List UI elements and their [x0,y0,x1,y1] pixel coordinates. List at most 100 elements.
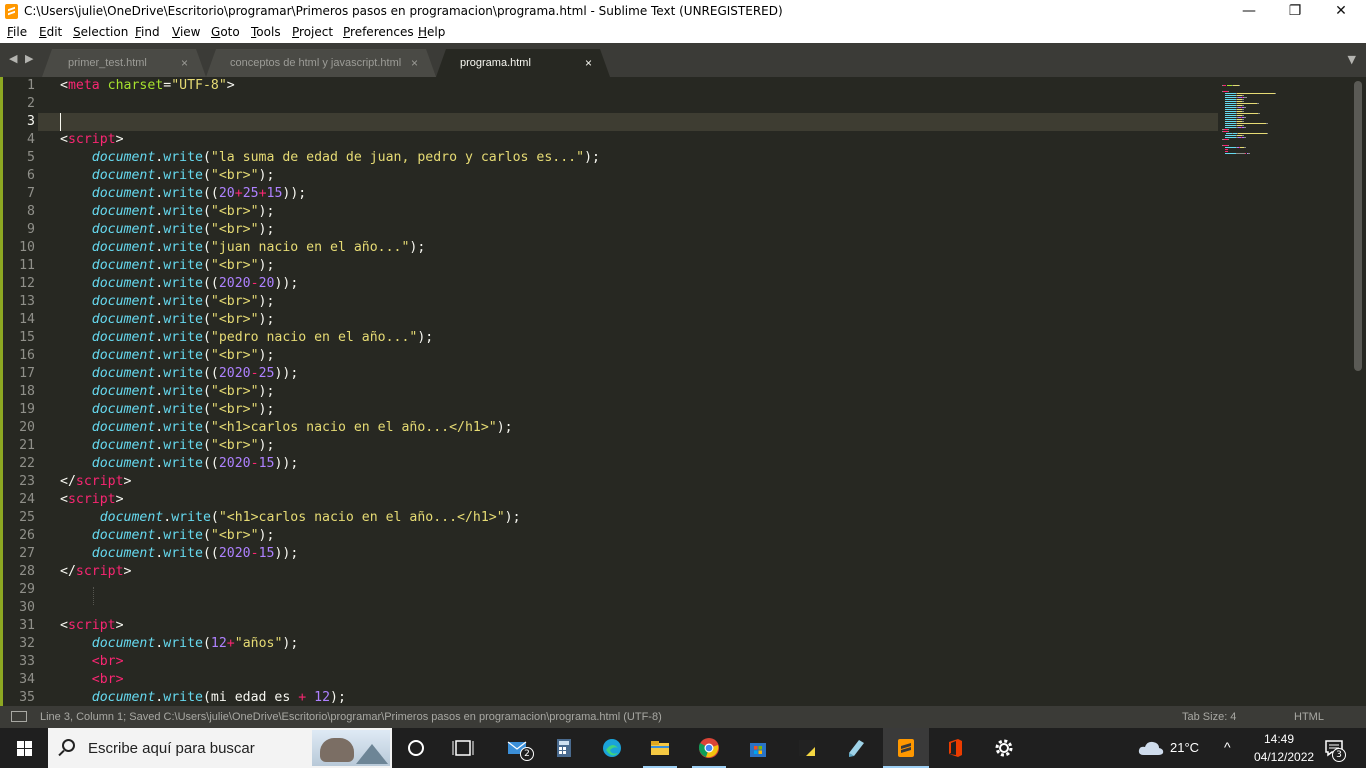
clock-date[interactable]: 04/12/2022 [1254,750,1314,764]
code-token: ( [202,636,211,651]
code-token: write [163,168,203,183]
line-number: 34 [19,672,35,687]
menu-find[interactable]: Find [135,25,160,39]
mail-button[interactable]: 2 [494,728,540,768]
code-line[interactable]: document.write("<br>"); [60,437,275,455]
code-line[interactable]: document.write("la suma de edad de juan,… [60,149,600,167]
code-token: meta [67,78,100,93]
menu-file[interactable]: File [7,25,27,39]
code-line[interactable]: <br> [60,653,124,671]
code-token: write [171,510,211,525]
sticky-notes-button[interactable] [784,728,830,768]
line-number: 32 [19,636,35,651]
start-button[interactable] [0,728,48,768]
code-line[interactable]: document.write("<br>"); [60,347,275,365]
menu-project[interactable]: Project [292,25,333,39]
file-explorer-button[interactable] [637,728,683,768]
show-hidden-icons-chevron-icon[interactable]: ^ [1224,739,1231,755]
code-line[interactable]: <script> [60,617,124,635]
status-syntax[interactable]: HTML [1294,711,1324,723]
code-line[interactable]: document.write("<br>"); [60,203,275,221]
line-number: 26 [19,528,35,543]
system-tray: 21°C ^ 14:49 04/12/2022 3 [1130,728,1366,768]
weather-temperature[interactable]: 21°C [1170,740,1199,755]
panel-toggle-icon[interactable] [11,711,27,722]
code-line[interactable]: document.write("<br>"); [60,383,275,401]
edge-button[interactable] [589,728,635,768]
code-token: > [115,618,124,633]
menu-goto[interactable]: Goto [211,25,240,39]
line-number: 9 [27,222,35,237]
vertical-scrollbar[interactable] [1354,81,1362,371]
sublime-text-button[interactable] [883,728,929,768]
code-line[interactable]: <meta charset="UTF-8"> [60,77,235,95]
code-token: - [250,546,259,561]
menu-help[interactable]: Help [418,25,445,39]
code-line[interactable]: document.write((20+25+15)); [60,185,306,203]
code-line[interactable]: document.write((2020-25)); [60,365,299,383]
close-button[interactable]: ✕ [1318,0,1364,23]
code-line[interactable]: </script> [60,563,131,581]
code-line[interactable]: document.write("<br>"); [60,221,275,239]
maximize-button[interactable]: ❐ [1272,0,1318,23]
code-line[interactable]: document.write("<h1>carlos nacio en el a… [60,509,521,527]
code-line[interactable]: document.write(12+"años"); [60,635,299,653]
code-line[interactable]: document.write(mi edad es + 12); [60,689,346,706]
minimap-line [1257,103,1259,104]
tab-programa[interactable]: programa.html × [436,49,610,77]
code-line[interactable]: document.write("<br>"); [60,257,275,275]
settings-button[interactable] [981,728,1027,768]
menu-preferences[interactable]: Preferences [343,25,414,39]
chrome-button[interactable] [686,728,732,768]
line-number: 3 [27,114,35,129]
cortana-button[interactable] [393,728,439,768]
code-line[interactable]: <script> [60,131,124,149]
menu-tools[interactable]: Tools [251,25,281,39]
code-editor[interactable]: 1 2 3 4 5 6 7 8 9 10 11 12 13 14 15 16 17 18 19 20 21 22 23 24 2… [0,77,1366,706]
taskbar-search-box[interactable]: Escribe aquí para buscar [48,728,392,768]
minimap[interactable] [1218,77,1352,706]
code-line[interactable]: document.write("<br>"); [60,311,275,329]
code-line[interactable]: document.write((2020-15)); [60,455,299,473]
status-tab-size[interactable]: Tab Size: 4 [1182,711,1236,723]
code-line[interactable]: document.write("<h1>carlos nacio en el a… [60,419,513,437]
tab-nav-arrows-icon[interactable]: ◀ ▶ [9,52,35,65]
notepad-button[interactable] [833,728,879,768]
code-line[interactable]: </script> [60,473,131,491]
cloud-weather-icon[interactable] [1138,739,1164,757]
tab-close-icon[interactable]: × [181,56,188,70]
menu-edit[interactable]: Edit [39,25,62,39]
task-view-button[interactable] [440,728,486,768]
code-line[interactable]: document.write("<br>"); [60,401,275,419]
code-token: 12 [314,690,331,705]
code-line[interactable]: document.write("<br>"); [60,527,275,545]
menu-view[interactable]: View [172,25,200,39]
code-token: "<br>" [210,348,259,363]
code-token: script [67,492,116,507]
code-line[interactable]: document.write("<br>"); [60,167,275,185]
store-button[interactable] [735,728,781,768]
calculator-button[interactable] [541,728,587,768]
minimize-button[interactable]: — [1226,0,1272,23]
menu-selection[interactable]: Selection [73,25,128,39]
code-line[interactable]: document.write("pedro nacio en el año...… [60,329,433,347]
code-line[interactable]: document.write("juan nacio en el año..."… [60,239,426,257]
code-line[interactable]: document.write((2020-20)); [60,275,299,293]
code-line[interactable]: document.write("<br>"); [60,293,275,311]
code-token: ); [504,510,521,525]
tab-conceptos[interactable]: conceptos de html y javascript.html × [206,49,436,77]
tab-close-icon[interactable]: × [585,56,592,70]
code-line[interactable]: document.write((2020-15)); [60,545,299,563]
code-line[interactable]: <br> [60,671,124,689]
code-token: ); [282,636,299,651]
clock-time[interactable]: 14:49 [1264,732,1294,746]
office-button[interactable] [932,728,978,768]
tab-close-icon[interactable]: × [411,56,418,70]
tab-list-dropdown-icon[interactable]: ▼ [1348,53,1356,66]
code-token: document [91,636,156,651]
code-line[interactable]: <script> [60,491,124,509]
tab-primer-test[interactable]: primer_test.html × [42,49,206,77]
